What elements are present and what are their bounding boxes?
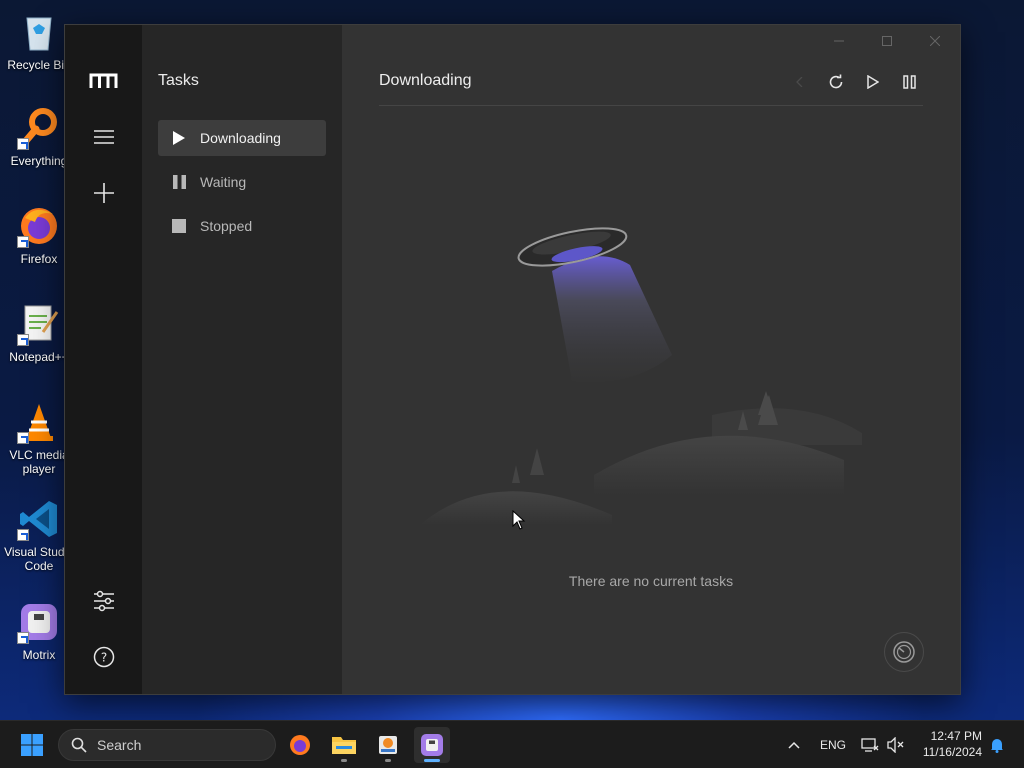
sidebar-item-waiting[interactable]: Waiting	[158, 164, 326, 200]
everything-icon	[17, 106, 61, 150]
network-button[interactable]	[856, 727, 884, 763]
motrix-icon	[421, 734, 443, 756]
shortcut-arrow-icon	[17, 236, 29, 248]
shortcut-arrow-icon	[17, 432, 29, 444]
taskbar-installer[interactable]	[370, 727, 406, 763]
shortcut-arrow-icon	[17, 632, 29, 644]
motrix-icon	[17, 600, 61, 644]
pause-icon	[158, 175, 200, 189]
close-button[interactable]	[912, 29, 958, 53]
taskbar-file-explorer[interactable]	[326, 727, 362, 763]
taskbar-firefox[interactable]	[282, 727, 318, 763]
clock-time[interactable]: 12:47 PM	[920, 729, 982, 743]
start-button[interactable]	[14, 727, 50, 763]
notepad-plus-plus-icon	[17, 302, 61, 346]
chevron-up-icon	[788, 741, 800, 749]
tree-right	[758, 391, 778, 425]
motrix-window: ? Tasks Downloading Waiting Stopped Down…	[64, 24, 961, 695]
sidebar-item-downloading[interactable]: Downloading	[158, 120, 326, 156]
refresh-icon[interactable]	[823, 69, 849, 95]
svg-text:?: ?	[101, 651, 107, 665]
speedometer-icon	[893, 641, 915, 663]
taskbar: Search ENG 12:47 PM 11/16/2024	[0, 720, 1024, 768]
header-divider	[379, 105, 923, 106]
tractor-beam	[552, 256, 672, 382]
clock-date[interactable]: 11/16/2024	[914, 745, 982, 759]
shortcut-arrow-icon	[17, 529, 29, 541]
sidebar-item-label: Waiting	[200, 174, 247, 190]
app-rail: ?	[65, 25, 142, 694]
tree-left	[530, 448, 544, 475]
installer-icon	[379, 736, 397, 754]
firefox-icon	[17, 204, 61, 248]
shortcut-arrow-icon	[17, 138, 29, 150]
sidebar-item-label: Downloading	[200, 130, 281, 146]
sidebar-title: Tasks	[158, 72, 199, 89]
sidebar-item-label: Stopped	[200, 218, 253, 234]
volume-muted-icon	[887, 737, 904, 753]
start-icon	[21, 734, 43, 756]
taskbar-motrix[interactable]	[414, 727, 450, 763]
search-icon	[71, 737, 87, 753]
empty-state-message: There are no current tasks	[568, 573, 734, 589]
tree-small-left	[512, 465, 520, 483]
active-indicator	[424, 759, 440, 762]
running-indicator	[341, 759, 347, 762]
vscode-icon	[17, 497, 61, 541]
speed-limit-button[interactable]	[884, 632, 924, 672]
shortcut-arrow-icon	[17, 334, 29, 346]
motrix-logo-icon[interactable]	[87, 64, 121, 98]
maximize-button[interactable]	[864, 29, 910, 53]
search-placeholder: Search	[97, 737, 142, 753]
notifications-button[interactable]	[986, 727, 1008, 763]
tasks-sidebar: Tasks Downloading Waiting Stopped	[142, 25, 342, 694]
help-icon[interactable]: ?	[87, 640, 121, 674]
recycle-bin-icon	[17, 10, 61, 54]
stop-icon	[158, 219, 200, 233]
volume-button[interactable]	[882, 727, 910, 763]
minimize-button[interactable]	[816, 29, 862, 53]
sliders-icon[interactable]	[87, 584, 121, 618]
chevron-left-icon[interactable]	[787, 69, 813, 95]
main-panel: Downloading There are no current tasks	[342, 25, 960, 694]
menu-icon[interactable]	[87, 120, 121, 154]
taskbar-search[interactable]: Search	[58, 729, 276, 761]
show-hidden-icons-button[interactable]	[778, 727, 810, 763]
language-indicator[interactable]: ENG	[820, 738, 846, 752]
bell-icon	[991, 739, 1003, 753]
mouse-cursor-icon	[512, 510, 526, 530]
sidebar-item-stopped[interactable]: Stopped	[158, 208, 326, 244]
firefox-icon	[290, 735, 310, 755]
network-icon	[861, 738, 879, 752]
file-explorer-icon	[332, 737, 356, 754]
plus-icon[interactable]	[87, 176, 121, 210]
pause-all-button[interactable]	[896, 69, 922, 95]
page-title: Downloading	[379, 72, 472, 89]
ufo-illustration	[420, 227, 862, 525]
running-indicator	[385, 759, 391, 762]
resume-all-button[interactable]	[860, 69, 886, 95]
play-icon	[158, 131, 200, 145]
vlc-icon	[17, 400, 61, 444]
